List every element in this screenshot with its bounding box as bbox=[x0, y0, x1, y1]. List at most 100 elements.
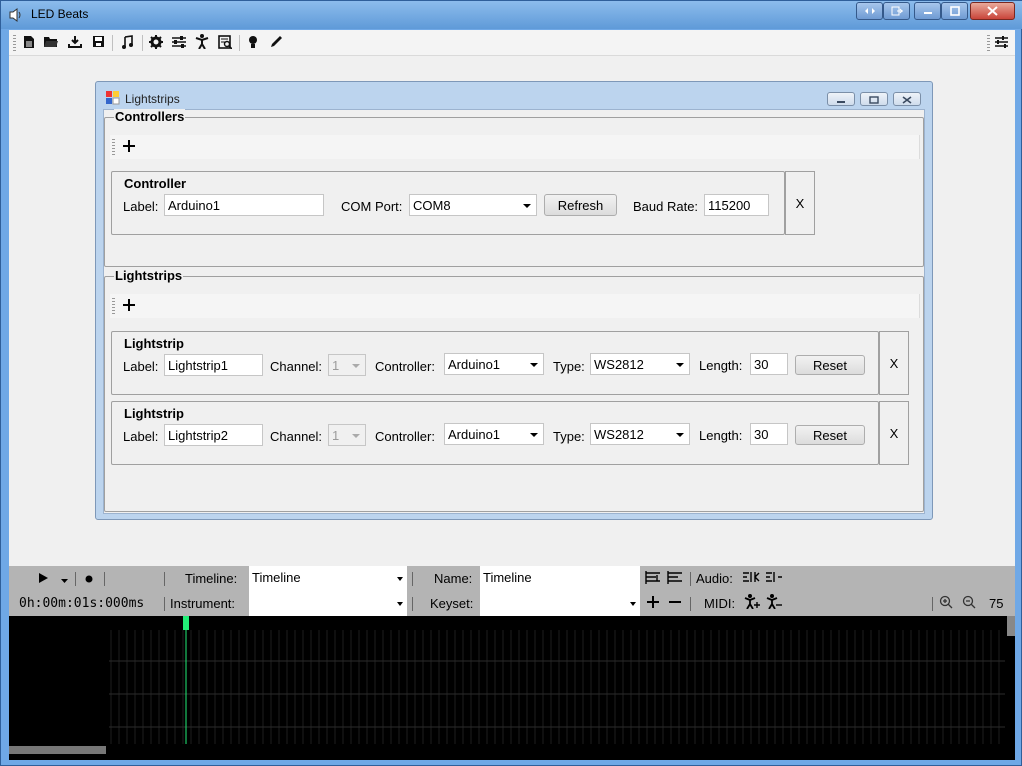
audio-add-button[interactable] bbox=[741, 568, 761, 588]
timeline-add-button[interactable] bbox=[643, 568, 663, 588]
chevron-down-icon bbox=[530, 363, 538, 367]
record-icon bbox=[85, 571, 93, 586]
toolbar-grip[interactable] bbox=[13, 35, 16, 51]
title-bar[interactable]: LED Beats bbox=[1, 1, 1022, 29]
controller-label-input[interactable]: Arduino1 bbox=[164, 194, 324, 216]
separator bbox=[104, 572, 105, 586]
chevron-down-icon bbox=[397, 602, 403, 606]
child-close-button[interactable] bbox=[893, 92, 921, 106]
new-file-icon bbox=[23, 35, 35, 52]
detach-button[interactable] bbox=[883, 2, 910, 20]
baud-rate-input[interactable]: 115200 bbox=[704, 194, 769, 216]
log-button[interactable] bbox=[215, 33, 235, 53]
toolstrip-grip[interactable] bbox=[112, 298, 115, 314]
toolstrip-grip[interactable] bbox=[112, 139, 115, 155]
chevron-down-icon bbox=[676, 433, 684, 437]
minimize-button[interactable] bbox=[914, 2, 941, 20]
log-search-icon bbox=[218, 34, 233, 52]
refresh-button[interactable]: Refresh bbox=[544, 194, 617, 216]
toolbar-grip-right[interactable] bbox=[987, 35, 990, 51]
length-caption: Length: bbox=[699, 358, 743, 373]
remove-lightstrip-button[interactable]: X bbox=[879, 331, 909, 395]
keyset-caption: Keyset: bbox=[430, 596, 474, 611]
plus-icon bbox=[123, 298, 135, 314]
lightstrips-window-titlebar[interactable]: Lightstrips bbox=[96, 82, 932, 108]
timeline-grid bbox=[9, 616, 1015, 754]
lightstrip-label-input[interactable]: Lightstrip2 bbox=[164, 424, 263, 446]
timeline-canvas[interactable] bbox=[9, 616, 1015, 760]
channel-select[interactable]: 1 bbox=[328, 354, 366, 376]
pin-button[interactable] bbox=[856, 2, 883, 20]
type-select[interactable]: WS2812 bbox=[590, 353, 690, 375]
controller-group-title: Controller bbox=[124, 176, 187, 191]
record-button[interactable] bbox=[79, 568, 99, 588]
timeline-remove-button[interactable] bbox=[665, 568, 685, 588]
import-icon bbox=[68, 35, 82, 51]
add-controller-button[interactable] bbox=[120, 138, 138, 156]
transport-bar: Timeline: Timeline Name: Timeline Audio: bbox=[9, 566, 1015, 591]
lightstrip-label-input[interactable]: Lightstrip1 bbox=[164, 354, 263, 376]
controllers-group: Controllers Controller Label: Arduino1 C… bbox=[104, 109, 924, 267]
lightstrips-button[interactable] bbox=[192, 33, 212, 53]
midi-add-button[interactable] bbox=[742, 593, 762, 613]
controller-select[interactable]: Arduino1 bbox=[444, 353, 544, 375]
timeline-value: Timeline bbox=[252, 570, 301, 585]
timeline-select[interactable]: Timeline bbox=[249, 566, 407, 591]
keyset-remove-button[interactable] bbox=[665, 593, 685, 613]
type-caption: Type: bbox=[553, 359, 585, 374]
midi-remove-icon bbox=[766, 594, 782, 612]
type-select[interactable]: WS2812 bbox=[590, 423, 690, 445]
vertical-scrollbar-thumb bbox=[1007, 616, 1015, 636]
music-button[interactable] bbox=[117, 33, 137, 53]
lightstrips-window: Lightstrips Controllers Controller Label… bbox=[95, 81, 933, 520]
minimize-icon bbox=[923, 6, 933, 16]
zoom-in-button[interactable] bbox=[936, 593, 956, 613]
remove-lightstrip-button[interactable]: X bbox=[879, 401, 909, 465]
pencil-button[interactable] bbox=[266, 33, 286, 53]
controller-select[interactable]: Arduino1 bbox=[444, 423, 544, 445]
timeline-remove-icon bbox=[667, 570, 683, 587]
close-button[interactable] bbox=[970, 2, 1015, 20]
lightbulb-button[interactable] bbox=[243, 33, 263, 53]
channel-select[interactable]: 1 bbox=[328, 424, 366, 446]
length-input[interactable]: 30 bbox=[750, 353, 788, 375]
lightstrip-group-title: Lightstrip bbox=[124, 406, 184, 421]
audio-add-icon bbox=[742, 570, 760, 587]
save-icon bbox=[92, 35, 105, 51]
play-icon bbox=[38, 571, 48, 586]
keyset-add-button[interactable] bbox=[643, 593, 663, 613]
audio-remove-button[interactable] bbox=[764, 568, 784, 588]
name-input[interactable]: Timeline bbox=[480, 566, 640, 591]
type-caption: Type: bbox=[553, 429, 585, 444]
play-options-dropdown[interactable] bbox=[57, 568, 71, 588]
new-file-button[interactable] bbox=[19, 33, 39, 53]
open-button[interactable] bbox=[41, 33, 61, 53]
chevron-down-icon bbox=[352, 364, 360, 368]
keyset-select[interactable] bbox=[480, 591, 640, 616]
controller-label-caption: Label: bbox=[123, 199, 159, 214]
reset-button[interactable]: Reset bbox=[795, 355, 865, 375]
controls-button[interactable] bbox=[169, 33, 189, 53]
controllers-group-title: Controllers bbox=[114, 109, 186, 124]
settings-button[interactable] bbox=[146, 33, 166, 53]
instrument-select[interactable] bbox=[249, 591, 407, 616]
chevron-down-icon bbox=[676, 363, 684, 367]
maximize-button[interactable] bbox=[941, 2, 968, 20]
save-button[interactable] bbox=[88, 33, 108, 53]
child-minimize-button[interactable] bbox=[827, 92, 855, 106]
reset-button[interactable]: Reset bbox=[795, 425, 865, 445]
length-input[interactable]: 30 bbox=[750, 423, 788, 445]
play-button[interactable] bbox=[33, 568, 53, 588]
minimize-icon bbox=[836, 92, 846, 107]
child-restore-button[interactable] bbox=[860, 92, 888, 106]
controllers-toolstrip bbox=[110, 135, 920, 159]
add-lightstrip-button[interactable] bbox=[120, 297, 138, 315]
speaker-icon bbox=[8, 7, 24, 23]
zoom-out-button[interactable] bbox=[959, 593, 979, 613]
remove-controller-button[interactable]: X bbox=[785, 171, 815, 235]
toolbar-options-button[interactable] bbox=[991, 33, 1011, 53]
separator bbox=[164, 597, 165, 611]
com-port-select[interactable]: COM8 bbox=[409, 194, 537, 216]
import-button[interactable] bbox=[65, 33, 85, 53]
midi-remove-button[interactable] bbox=[764, 593, 784, 613]
